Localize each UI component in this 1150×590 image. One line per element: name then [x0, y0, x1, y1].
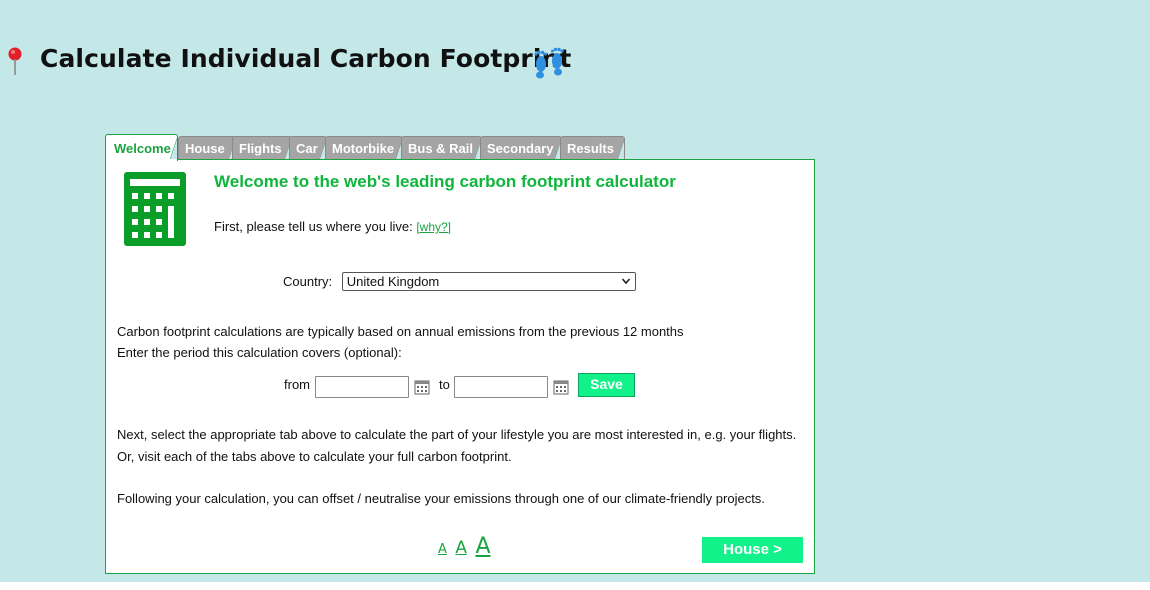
- footer-strip: [0, 582, 1150, 590]
- tab-label: House: [185, 141, 225, 156]
- footprints-icon: [534, 47, 564, 79]
- font-size-controls: A A A: [438, 534, 495, 564]
- calendar-icon[interactable]: [553, 379, 569, 395]
- welcome-panel: Welcome to the web's leading carbon foot…: [105, 159, 815, 574]
- font-size-medium-link[interactable]: A: [455, 538, 467, 558]
- tab-label: Bus & Rail: [408, 141, 474, 156]
- from-date-input[interactable]: [315, 376, 409, 398]
- country-row: Country: United Kingdom: [283, 272, 636, 291]
- offset-info: Following your calculation, you can offs…: [117, 491, 765, 506]
- next-instructions-line2: Or, visit each of the tabs above to calc…: [117, 449, 512, 464]
- why-link[interactable]: [why?]: [416, 220, 451, 234]
- country-select-value: United Kingdom: [346, 274, 440, 289]
- tab-bar: Welcome House Flights Car Motorbike Bus …: [105, 134, 705, 161]
- from-label: from: [284, 377, 310, 392]
- location-prompt: First, please tell us where you live: [w…: [214, 219, 451, 234]
- tab-motorbike[interactable]: Motorbike: [325, 136, 403, 160]
- page-title: Calculate Individual Carbon Footprint: [40, 44, 572, 73]
- country-select[interactable]: United Kingdom: [341, 272, 636, 291]
- tab-results[interactable]: Results: [560, 136, 625, 160]
- calendar-icon[interactable]: [414, 379, 430, 395]
- tab-house[interactable]: House: [178, 136, 236, 160]
- country-label: Country:: [283, 274, 333, 289]
- tab-car[interactable]: Car: [289, 136, 327, 160]
- tab-label: Results: [567, 141, 614, 156]
- tab-flights[interactable]: Flights: [232, 136, 292, 160]
- period-note: Carbon footprint calculations are typica…: [117, 324, 684, 339]
- location-prompt-text: First, please tell us where you live:: [214, 219, 413, 234]
- tab-secondary[interactable]: Secondary: [480, 136, 562, 160]
- to-label: to: [439, 377, 450, 392]
- next-house-button[interactable]: House >: [702, 537, 803, 563]
- to-date-input[interactable]: [454, 376, 548, 398]
- save-button[interactable]: Save: [578, 373, 635, 397]
- tab-label: Secondary: [487, 141, 554, 156]
- next-instructions-line1: Next, select the appropriate tab above t…: [117, 427, 797, 442]
- font-size-small-link[interactable]: A: [438, 542, 447, 557]
- pin-icon: [8, 47, 22, 75]
- tab-label: Welcome: [114, 141, 171, 156]
- tab-welcome[interactable]: Welcome: [105, 134, 178, 161]
- tab-label: Flights: [239, 141, 282, 156]
- tab-label: Motorbike: [332, 141, 395, 156]
- calculator-icon: [124, 172, 186, 246]
- tab-label: Car: [296, 141, 318, 156]
- tab-bus-rail[interactable]: Bus & Rail: [401, 136, 482, 160]
- period-prompt: Enter the period this calculation covers…: [117, 345, 402, 360]
- font-size-large-link[interactable]: A: [475, 534, 490, 559]
- chevron-down-icon: [621, 278, 630, 285]
- welcome-heading: Welcome to the web's leading carbon foot…: [214, 172, 676, 191]
